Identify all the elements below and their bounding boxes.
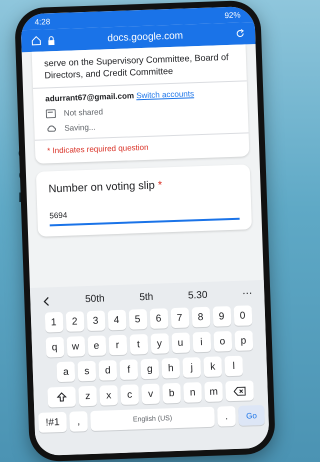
required-star: *: [157, 179, 163, 192]
key[interactable]: m: [204, 381, 223, 403]
key[interactable]: 2: [65, 311, 84, 332]
phone-screen: 4:28 92% docs.google.com serve on the Su…: [20, 6, 270, 456]
backspace-key[interactable]: [225, 380, 254, 402]
key[interactable]: x: [99, 385, 119, 406]
key[interactable]: 9: [212, 306, 231, 327]
key[interactable]: 0: [233, 305, 252, 326]
symbols-key[interactable]: !#1: [38, 411, 67, 433]
key[interactable]: y: [150, 333, 169, 354]
account-row: adurrant67@gmail.com Switch accounts: [45, 88, 237, 104]
cloud-sync-icon: [46, 124, 57, 133]
key[interactable]: v: [141, 383, 161, 405]
status-time: 4:28: [34, 16, 51, 27]
suggestion-item[interactable]: 5.30: [188, 290, 208, 302]
bottom-row: !#1 , English (US) . Go: [38, 404, 265, 433]
key[interactable]: n: [183, 382, 203, 403]
key[interactable]: f: [119, 359, 139, 380]
form-header-card: serve on the Supervisory Committee, Boar…: [31, 44, 250, 164]
key[interactable]: t: [129, 333, 148, 355]
key[interactable]: u: [171, 332, 190, 354]
key[interactable]: z: [78, 385, 98, 407]
key[interactable]: i: [192, 331, 211, 353]
key[interactable]: p: [234, 330, 253, 351]
key[interactable]: r: [108, 334, 127, 356]
key[interactable]: 8: [191, 306, 210, 328]
on-screen-keyboard: 50th 5th 5.30 ⋯ 1 2 3 4 5 6 7 8 9 0 q w …: [29, 279, 270, 456]
saving-label: Saving...: [64, 122, 96, 133]
not-shared-icon: [45, 109, 56, 119]
key[interactable]: o: [213, 331, 232, 352]
key[interactable]: s: [77, 360, 97, 382]
space-key[interactable]: English (US): [90, 406, 215, 432]
switch-accounts-link[interactable]: Switch accounts: [136, 89, 194, 100]
key[interactable]: d: [98, 360, 118, 381]
required-note: * Indicates required question: [46, 142, 149, 156]
sharing-row: Not shared: [45, 103, 238, 119]
phone-frame: 4:28 92% docs.google.com serve on the Su…: [14, 0, 276, 462]
answer-input[interactable]: 5694: [49, 202, 240, 227]
key[interactable]: b: [162, 382, 182, 404]
shift-key[interactable]: [47, 386, 77, 408]
key[interactable]: 6: [149, 308, 168, 329]
key[interactable]: g: [140, 358, 160, 380]
backspace-icon: [233, 386, 246, 396]
key[interactable]: h: [161, 357, 181, 379]
key[interactable]: q: [45, 336, 64, 358]
suggestion-item[interactable]: 5th: [139, 292, 153, 303]
reload-icon[interactable]: [235, 28, 245, 38]
go-key[interactable]: Go: [238, 404, 265, 426]
key[interactable]: e: [87, 335, 106, 357]
shift-icon: [56, 392, 67, 402]
lock-icon: [47, 35, 55, 45]
key[interactable]: j: [182, 357, 202, 378]
key[interactable]: 4: [107, 309, 126, 331]
key[interactable]: 5: [128, 309, 147, 330]
chevron-left-icon[interactable]: [42, 296, 50, 306]
more-icon[interactable]: ⋯: [242, 288, 252, 299]
period-key[interactable]: .: [217, 405, 236, 427]
account-email: adurrant67@gmail.com: [45, 91, 135, 104]
saving-row: Saving...: [46, 118, 238, 134]
key[interactable]: 1: [44, 311, 63, 333]
status-battery: 92%: [224, 10, 241, 20]
question-card: Number on voting slip * 5694: [35, 164, 253, 237]
key[interactable]: l: [224, 355, 244, 377]
key[interactable]: 7: [170, 307, 189, 329]
key[interactable]: a: [56, 361, 76, 383]
key[interactable]: k: [203, 356, 223, 378]
letter-row-1: q w e r t y u i o p: [36, 330, 263, 358]
suggestion-item[interactable]: 50th: [85, 293, 105, 305]
url-text[interactable]: docs.google.com: [61, 28, 229, 45]
form-description: serve on the Supervisory Committee, Boar…: [43, 51, 229, 81]
key[interactable]: c: [120, 384, 140, 405]
letter-row-2: a s d f g h j k l: [37, 355, 264, 383]
not-shared-label: Not shared: [63, 107, 104, 118]
question-title-text: Number on voting slip: [48, 179, 156, 196]
question-title: Number on voting slip *: [48, 177, 238, 196]
home-icon[interactable]: [31, 35, 41, 46]
comma-key[interactable]: ,: [69, 411, 88, 432]
key[interactable]: w: [66, 336, 85, 357]
letter-row-3: z x c v b n m: [37, 380, 264, 408]
key[interactable]: 3: [86, 310, 105, 332]
